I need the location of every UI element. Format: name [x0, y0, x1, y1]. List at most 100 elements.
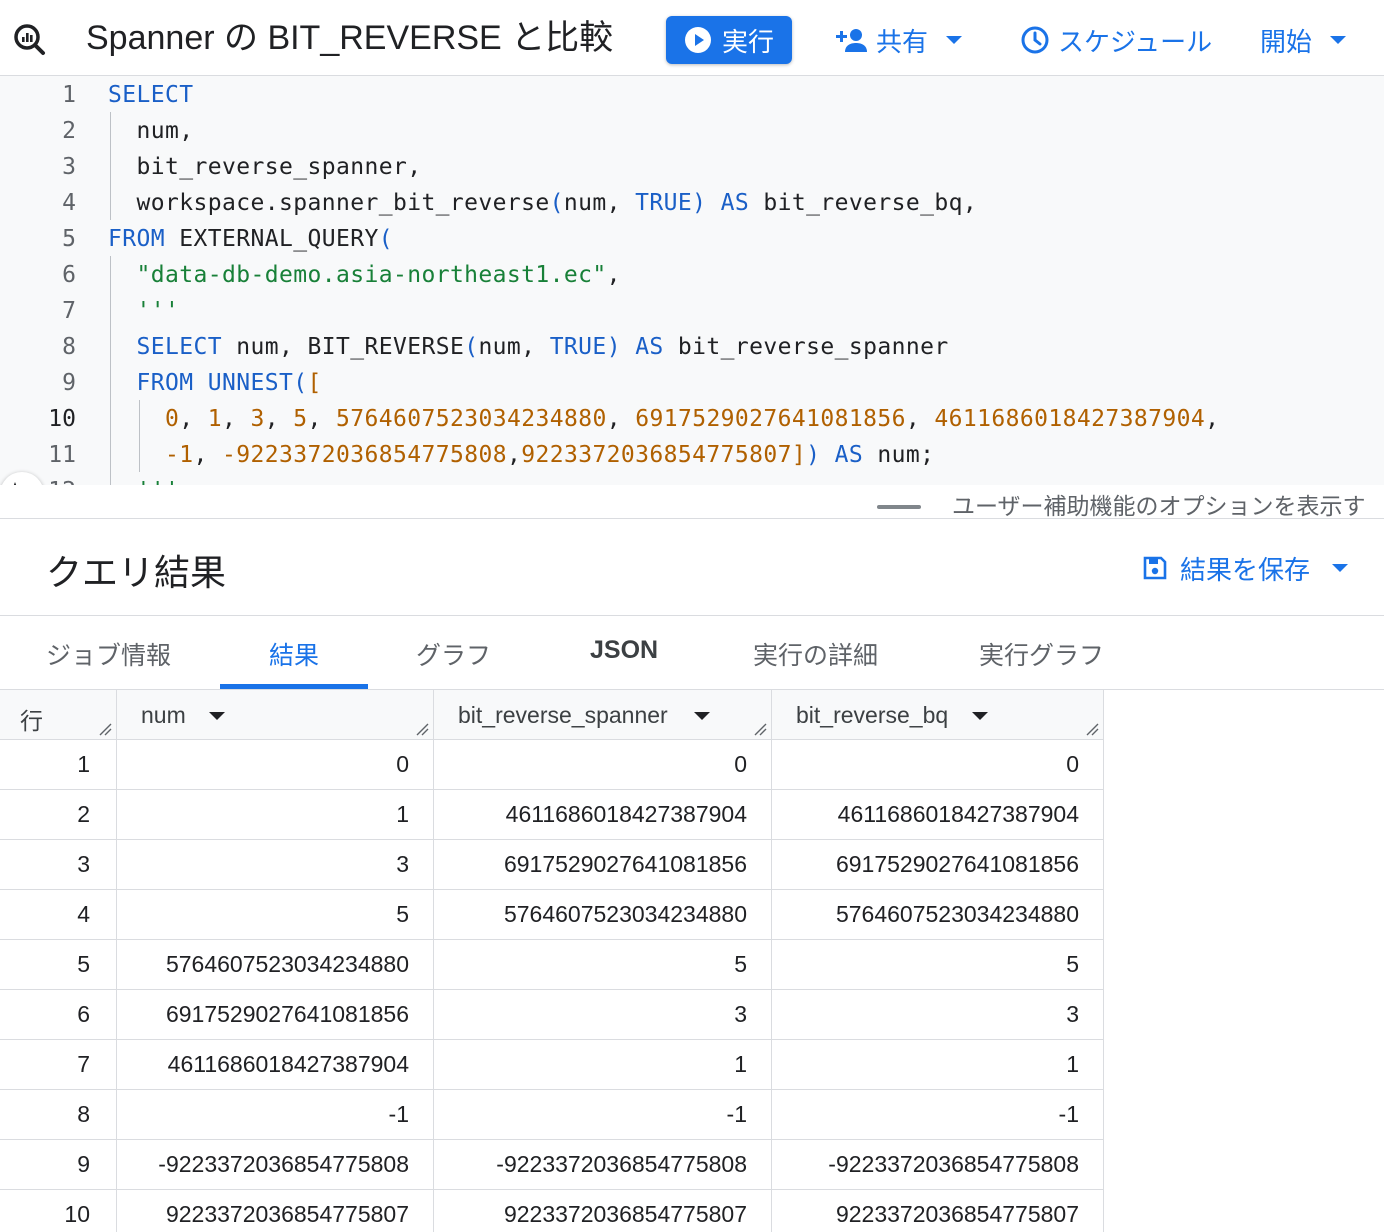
code-token: FROM [136, 370, 194, 396]
cell-bit-reverse-spanner[interactable]: 5764607523034234880 [434, 890, 772, 940]
cell-bit-reverse-spanner[interactable]: -9223372036854775808 [434, 1140, 772, 1190]
chevron-down-icon[interactable] [694, 712, 710, 720]
code-line[interactable]: workspace.spanner_bit_reverse(num, TRUE)… [108, 190, 977, 216]
cell-bit-reverse-bq[interactable]: 4611686018427387904 [772, 790, 1104, 840]
code-line[interactable]: ''' [108, 298, 179, 324]
cell-num[interactable]: 9223372036854775807 [117, 1190, 434, 1232]
cell-bit-reverse-spanner[interactable]: 0 [434, 740, 772, 790]
code-token: SELECT [136, 334, 222, 360]
column-resize-icon[interactable] [753, 722, 767, 736]
tab-execution-graph[interactable]: 実行グラフ [979, 636, 1104, 672]
cell-bit-reverse-bq[interactable]: 0 [772, 740, 1104, 790]
cell-bit-reverse-spanner[interactable]: 9223372036854775807 [434, 1190, 772, 1232]
panel-divider[interactable]: ユーザー補助機能のオプションを表示す [0, 485, 1384, 519]
code-token: 5 [293, 406, 308, 432]
code-line[interactable]: ''' [108, 478, 179, 485]
table-row[interactable]: 3 3 6917529027641081856 6917529027641081856 [0, 840, 1104, 890]
chevron-down-icon [1330, 36, 1347, 44]
table-row[interactable]: 4 5 5764607523034234880 5764607523034234880 [0, 890, 1104, 940]
code-line[interactable]: SELECT [108, 82, 193, 108]
cell-num[interactable]: -9223372036854775808 [117, 1140, 434, 1190]
chevron-down-icon[interactable] [209, 712, 225, 720]
line-number: 5 [62, 226, 76, 252]
table-row[interactable]: 7 4611686018427387904 1 1 [0, 1040, 1104, 1090]
tab-json[interactable]: JSON [590, 636, 658, 665]
code-line[interactable]: "data-db-demo.asia-northeast1.ec", [108, 262, 621, 288]
row-number: 4 [0, 890, 117, 940]
code-token: 5764607523034234880 [336, 406, 607, 432]
cell-num[interactable]: 5764607523034234880 [117, 940, 434, 990]
results-table-header: 行 num bit_reverse_spanner bit_reverse_bq [0, 690, 1104, 740]
cell-bit-reverse-bq[interactable]: -1 [772, 1090, 1104, 1140]
share-button[interactable]: 共有 [834, 16, 963, 64]
table-row[interactable]: 10 9223372036854775807 9223372036854775807… [0, 1190, 1104, 1232]
code-line[interactable]: bit_reverse_spanner, [108, 154, 421, 180]
cell-bit-reverse-bq[interactable]: 3 [772, 990, 1104, 1040]
tab-job-info[interactable]: ジョブ情報 [46, 636, 171, 672]
cell-num[interactable]: 0 [117, 740, 434, 790]
cell-bit-reverse-spanner[interactable]: 3 [434, 990, 772, 1040]
table-row[interactable]: 5 5764607523034234880 5 5 [0, 940, 1104, 990]
code-line[interactable]: FROM UNNEST([ [108, 370, 322, 396]
sql-editor[interactable]: 123456789101112 SELECT num, bit_reverse_… [0, 76, 1384, 485]
cell-bit-reverse-spanner[interactable]: 6917529027641081856 [434, 840, 772, 890]
code-token: TRUE [635, 190, 693, 216]
cell-num[interactable]: 3 [117, 840, 434, 890]
table-row[interactable]: 2 1 4611686018427387904 4611686018427387904 [0, 790, 1104, 840]
row-number: 2 [0, 790, 117, 840]
cell-bit-reverse-bq[interactable]: 5764607523034234880 [772, 890, 1104, 940]
save-results-button[interactable]: 結果を保存 [1142, 548, 1349, 588]
line-number: 7 [62, 298, 76, 324]
code-line[interactable]: SELECT num, BIT_REVERSE(num, TRUE) AS bi… [108, 334, 949, 360]
cell-bit-reverse-spanner[interactable]: 5 [434, 940, 772, 990]
code-line[interactable]: num, [108, 118, 193, 144]
column-resize-icon[interactable] [415, 722, 429, 736]
cell-num[interactable]: 6917529027641081856 [117, 990, 434, 1040]
column-header-num[interactable]: num [117, 690, 434, 740]
start-button[interactable]: 開始 [1260, 16, 1347, 64]
cell-bit-reverse-bq[interactable]: 1 [772, 1040, 1104, 1090]
code-line[interactable]: -1, -9223372036854775808,922337203685477… [108, 442, 934, 468]
column-resize-icon[interactable] [98, 722, 112, 736]
column-header-bit-reverse-spanner[interactable]: bit_reverse_spanner [434, 690, 772, 740]
cell-bit-reverse-bq[interactable]: 5 [772, 940, 1104, 990]
column-resize-icon[interactable] [1085, 722, 1099, 736]
cell-num[interactable]: 4611686018427387904 [117, 1040, 434, 1090]
resize-handle[interactable] [877, 505, 921, 509]
results-title: クエリ結果 [46, 552, 227, 593]
chevron-down-icon[interactable] [972, 712, 988, 720]
column-header-label: bit_reverse_spanner [458, 702, 668, 728]
cell-bit-reverse-spanner[interactable]: -1 [434, 1090, 772, 1140]
code-line[interactable]: FROM EXTERNAL_QUERY( [108, 226, 393, 252]
table-row[interactable]: 9 -9223372036854775808 -922337203685477580… [0, 1140, 1104, 1190]
tab-chart[interactable]: グラフ [416, 636, 491, 672]
cell-num[interactable]: -1 [117, 1090, 434, 1140]
share-button-label: 共有 [876, 26, 929, 57]
schedule-button[interactable]: スケジュール [1020, 16, 1212, 64]
cell-bit-reverse-bq[interactable]: 6917529027641081856 [772, 840, 1104, 890]
run-button[interactable]: 実行 [666, 16, 792, 64]
schedule-button-label: スケジュール [1058, 26, 1213, 57]
cell-bit-reverse-spanner[interactable]: 1 [434, 1040, 772, 1090]
code-token: , [606, 262, 621, 288]
column-header-bit-reverse-bq[interactable]: bit_reverse_bq [772, 690, 1104, 740]
query-header: Spanner の BIT_REVERSE と比較 実行 共有 スケジュール 開… [0, 0, 1384, 76]
tab-execution-details[interactable]: 実行の詳細 [753, 636, 878, 672]
divider-line [0, 615, 1384, 616]
row-number: 7 [0, 1040, 117, 1090]
cell-bit-reverse-bq[interactable]: -9223372036854775808 [772, 1140, 1104, 1190]
table-row[interactable]: 1000 [0, 740, 1104, 790]
column-header-row: 行 [0, 690, 117, 740]
table-row[interactable]: 8 -1 -1 -1 [0, 1090, 1104, 1140]
cell-bit-reverse-spanner[interactable]: 4611686018427387904 [434, 790, 772, 840]
table-row[interactable]: 6 6917529027641081856 3 3 [0, 990, 1104, 1040]
tab-results[interactable]: 結果 [269, 636, 319, 672]
cell-num[interactable]: 5 [117, 890, 434, 940]
cell-num[interactable]: 1 [117, 790, 434, 840]
accessibility-options-link[interactable]: ユーザー補助機能のオプションを表示す [952, 487, 1366, 521]
code-token: ) [606, 334, 636, 360]
code-line[interactable]: 0, 1, 3, 5, 5764607523034234880, 6917529… [108, 406, 1219, 432]
cell-bit-reverse-bq[interactable]: 9223372036854775807 [772, 1190, 1104, 1232]
